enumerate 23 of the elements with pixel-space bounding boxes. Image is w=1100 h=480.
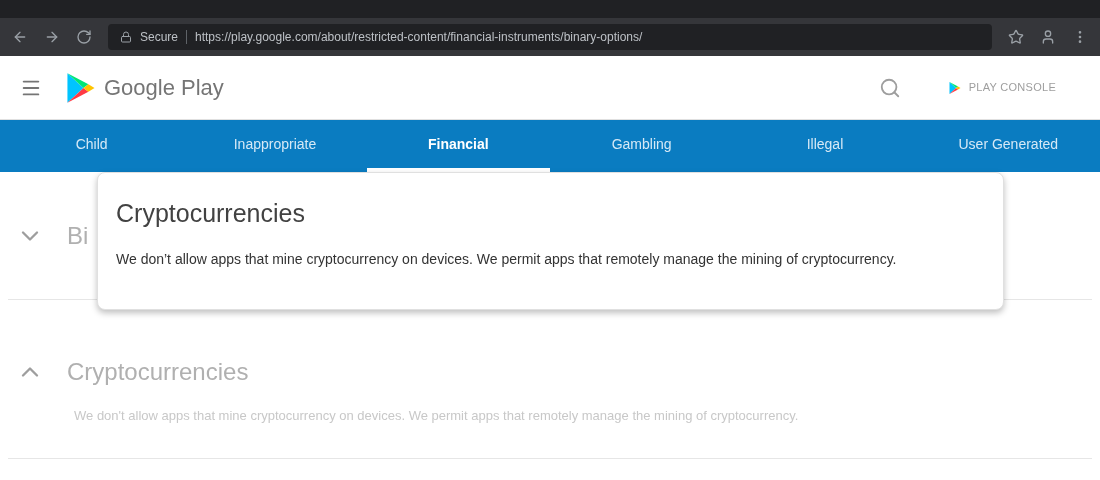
profile-icon[interactable] <box>1040 29 1056 45</box>
category-tab[interactable]: Child <box>0 120 184 172</box>
category-tab[interactable]: Gambling <box>550 120 734 172</box>
forward-icon[interactable] <box>44 29 60 45</box>
back-icon[interactable] <box>12 29 28 45</box>
play-logo-icon <box>948 80 961 95</box>
reload-icon[interactable] <box>76 29 92 45</box>
url-text: https://play.google.com/about/restricted-content/financial-instruments/binary-options/ <box>195 29 643 46</box>
bookmark-star-icon[interactable] <box>1008 29 1024 45</box>
category-tab[interactable]: Inappropriate <box>183 120 367 172</box>
callout-title: Cryptocurrencies <box>116 198 306 229</box>
section-title[interactable]: Cryptocurrencies <box>67 360 249 384</box>
search-icon[interactable] <box>878 76 901 99</box>
address-bar[interactable]: Secure https://play.google.com/about/restricted-content/financial-instruments/binary-options/ <box>108 24 992 50</box>
lock-icon <box>120 31 132 43</box>
play-console-link[interactable]: PLAY CONSOLE <box>948 79 1056 96</box>
category-tab[interactable]: User Generated <box>916 120 1100 172</box>
logo-text: Google Play <box>104 74 224 102</box>
category-tab[interactable]: Illegal <box>733 120 917 172</box>
play-logo-icon <box>66 71 96 104</box>
section-title[interactable]: Bi <box>67 223 89 248</box>
security-label: Secure <box>140 29 179 46</box>
callout-text: We don’t allow apps that mine cryptocurrency on devices. We permit apps that remotely manage the mining of cryptocurrency. <box>116 249 898 269</box>
